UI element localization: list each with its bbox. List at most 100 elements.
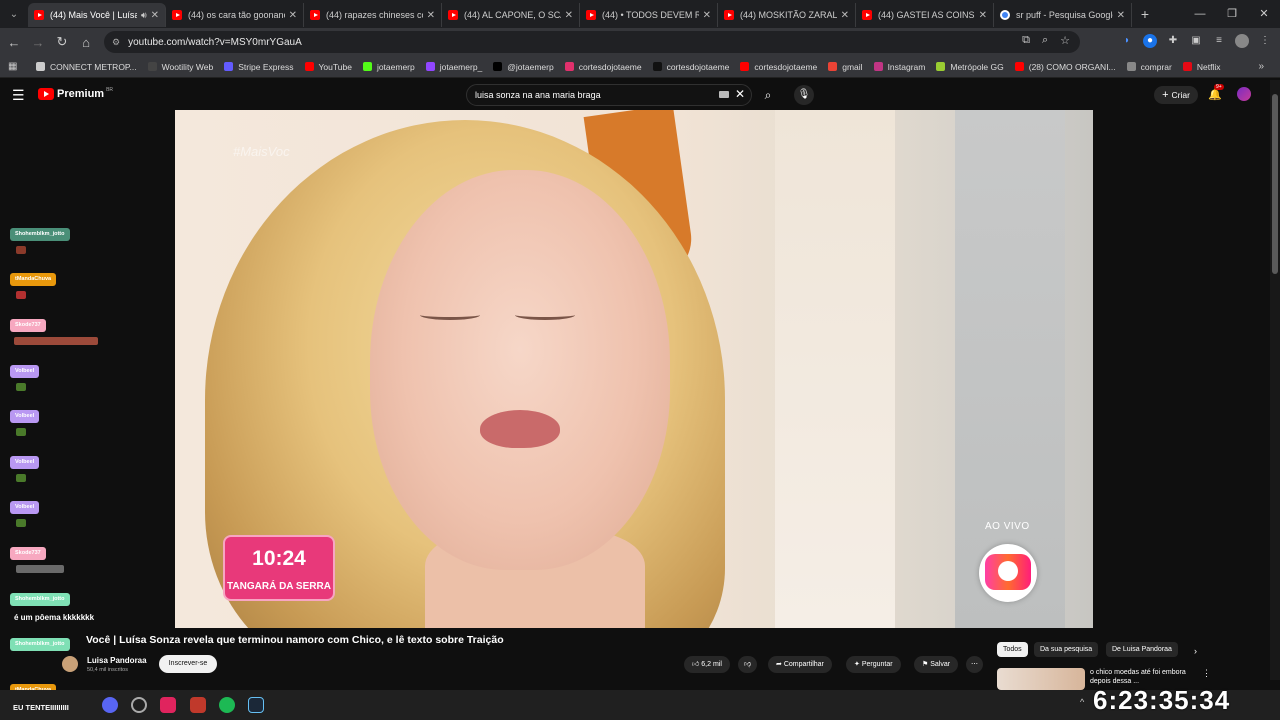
profile-sync-icon[interactable]: ▣: [1189, 34, 1203, 48]
minimize-button[interactable]: —: [1184, 0, 1216, 28]
app-icon[interactable]: [160, 697, 176, 713]
bookmark-item[interactable]: jotaemerp: [362, 62, 415, 72]
bookmark-item[interactable]: CONNECT METROP...: [36, 62, 137, 72]
more-bookmarks-icon[interactable]: »: [1258, 61, 1264, 72]
recommended-thumbnail[interactable]: [997, 668, 1085, 690]
extension-icon[interactable]: ◗: [1120, 34, 1134, 48]
browser-menu-icon[interactable]: ⋮: [1258, 34, 1272, 48]
bookmark-item[interactable]: (28) COMO ORGANI...: [1014, 62, 1116, 72]
discord-icon[interactable]: [102, 697, 118, 713]
browser-tab[interactable]: (44) • TODOS DEVEM R ✕: [580, 3, 718, 27]
bookmark-favicon-icon: [362, 62, 372, 71]
filter-chip-from-search[interactable]: Da sua pesquisa: [1034, 642, 1099, 657]
close-window-button[interactable]: ✕: [1248, 0, 1280, 28]
voice-search-icon[interactable]: 🎙: [794, 85, 814, 105]
steam-icon[interactable]: [248, 697, 264, 713]
browser-tab[interactable]: sr puff - Pesquisa Google ✕: [994, 3, 1132, 27]
filter-chip-from-channel[interactable]: De Luisa Pandoraa: [1106, 642, 1178, 657]
more-actions-button[interactable]: ⋯: [966, 656, 983, 673]
bookmark-item[interactable]: jotaemerp_: [425, 62, 482, 72]
url-bar[interactable]: ⚙ youtube.com/watch?v=MSY0mrYGauA ⧉ ⌕ ☆: [104, 31, 1080, 53]
maximize-button[interactable]: ❐: [1216, 0, 1248, 28]
forward-button[interactable]: →: [26, 35, 50, 50]
tv-network-logo: [979, 544, 1037, 602]
close-tab-icon[interactable]: ✕: [151, 10, 159, 21]
extension-icon[interactable]: ●: [1143, 34, 1157, 48]
zoom-icon[interactable]: ⌕: [1042, 34, 1048, 47]
media-control-icon[interactable]: ≡: [1212, 34, 1226, 48]
save-button[interactable]: ⚑ Salvar: [914, 656, 959, 673]
app-icon[interactable]: [190, 697, 206, 713]
speaker-icon[interactable]: 🔊︎: [141, 10, 147, 21]
bookmark-item[interactable]: Metrópole GG: [936, 62, 1004, 72]
recommended-title[interactable]: o chico moedas até foi embora depois des…: [1090, 668, 1200, 686]
video-player[interactable]: #MaisVoc 10:24 TANGARÁ DA SERRA AO VIVO: [175, 110, 1093, 628]
close-tab-icon[interactable]: ✕: [565, 10, 573, 21]
create-button[interactable]: + Criar: [1154, 86, 1198, 104]
site-info-icon[interactable]: ⚙: [112, 37, 120, 48]
browser-tab[interactable]: (44) rapazes chineses cob ✕: [304, 3, 442, 27]
bookmark-item[interactable]: Netflix: [1182, 62, 1220, 72]
share-button[interactable]: ➦ Compartilhar: [768, 656, 832, 673]
browser-tab[interactable]: (44) MOSKITÃO ZARALHA ✕: [718, 3, 856, 27]
bookmark-item[interactable]: Instagram: [873, 62, 925, 72]
new-tab-button[interactable]: +: [1132, 6, 1158, 22]
channel-avatar[interactable]: [62, 656, 78, 672]
ask-button[interactable]: ✦ Perguntar: [846, 656, 901, 673]
scrollbar-thumb[interactable]: [1272, 94, 1278, 274]
steam-helper-icon[interactable]: [131, 697, 147, 713]
browser-tab[interactable]: (44) AL CAPONE, O SCARF ✕: [442, 3, 580, 27]
notifications-bell-icon[interactable]: 🔔 9+: [1208, 84, 1224, 101]
search-button[interactable]: ⌕: [756, 84, 780, 106]
channel-name[interactable]: Luisa Pandoraa: [87, 656, 147, 665]
bookmark-star-icon[interactable]: ☆: [1060, 34, 1070, 47]
bookmark-item[interactable]: cortesdojotaeme: [652, 62, 729, 72]
bookmark-item[interactable]: comprar: [1126, 62, 1172, 72]
system-tray-chevron-icon[interactable]: ^: [1080, 697, 1084, 707]
hamburger-menu-icon[interactable]: ☰: [12, 88, 25, 102]
youtube-icon: [172, 10, 182, 20]
browser-tab[interactable]: (44) Mais Você | Luísa 🔊︎ ✕: [28, 3, 166, 27]
close-tab-icon[interactable]: ✕: [841, 10, 849, 21]
chevron-right-icon[interactable]: ›: [1194, 646, 1197, 656]
bookmark-favicon-icon: [564, 62, 574, 71]
bookmark-item[interactable]: @jotaemerp: [493, 62, 554, 72]
video-title: Você | Luísa Sonza revela que terminou n…: [86, 634, 504, 646]
subscribe-button[interactable]: Inscrever-se: [159, 655, 217, 673]
youtube-premium-logo[interactable]: Premium BR: [38, 87, 113, 100]
apps-grid-icon[interactable]: ▦: [8, 61, 22, 72]
bookmark-favicon-icon: [425, 62, 435, 71]
browser-tab[interactable]: (44) os cara tão goonano ✕: [166, 3, 304, 27]
clear-search-icon[interactable]: ✕: [735, 87, 745, 101]
close-tab-icon[interactable]: ✕: [289, 10, 297, 21]
search-input[interactable]: luisa sonza na ana maria braga ✕: [466, 84, 752, 106]
tab-search-button[interactable]: ⌄: [0, 0, 28, 28]
spotify-icon[interactable]: [219, 697, 235, 713]
close-tab-icon[interactable]: ✕: [1117, 10, 1125, 21]
bookmark-item[interactable]: cortesdojotaeme: [740, 62, 817, 72]
dislike-button[interactable]: 👎︎: [738, 656, 758, 673]
extensions-puzzle-icon[interactable]: ✚: [1166, 34, 1180, 48]
bookmark-item[interactable]: gmail: [828, 62, 863, 72]
close-tab-icon[interactable]: ✕: [427, 10, 435, 21]
install-app-icon[interactable]: ⧉: [1022, 34, 1030, 47]
page-scrollbar[interactable]: [1270, 80, 1280, 680]
back-button[interactable]: ←: [2, 35, 26, 50]
bookmark-item[interactable]: cortesdojotaeme: [564, 62, 642, 72]
bookmark-item[interactable]: Stripe Express: [224, 62, 294, 72]
bookmark-item[interactable]: YouTube: [304, 62, 352, 72]
close-tab-icon[interactable]: ✕: [979, 10, 987, 21]
recommended-more-icon[interactable]: ⋮: [1202, 668, 1211, 679]
profile-avatar[interactable]: [1235, 34, 1249, 48]
browser-tab[interactable]: (44) GASTEI AS COINS DO ✕: [856, 3, 994, 27]
tab-title: (44) rapazes chineses cob: [326, 10, 423, 20]
account-avatar[interactable]: [1237, 87, 1251, 101]
person-eye: [420, 310, 480, 320]
like-button[interactable]: 👍︎ 6,2 mil: [684, 656, 730, 673]
close-tab-icon[interactable]: ✕: [703, 10, 711, 21]
bookmark-item[interactable]: Wootility Web: [147, 62, 213, 72]
home-button[interactable]: ⌂: [74, 35, 98, 50]
reload-button[interactable]: ↻: [50, 34, 74, 50]
filter-chip-all[interactable]: Todos: [997, 642, 1028, 657]
keyboard-icon[interactable]: [719, 91, 729, 98]
